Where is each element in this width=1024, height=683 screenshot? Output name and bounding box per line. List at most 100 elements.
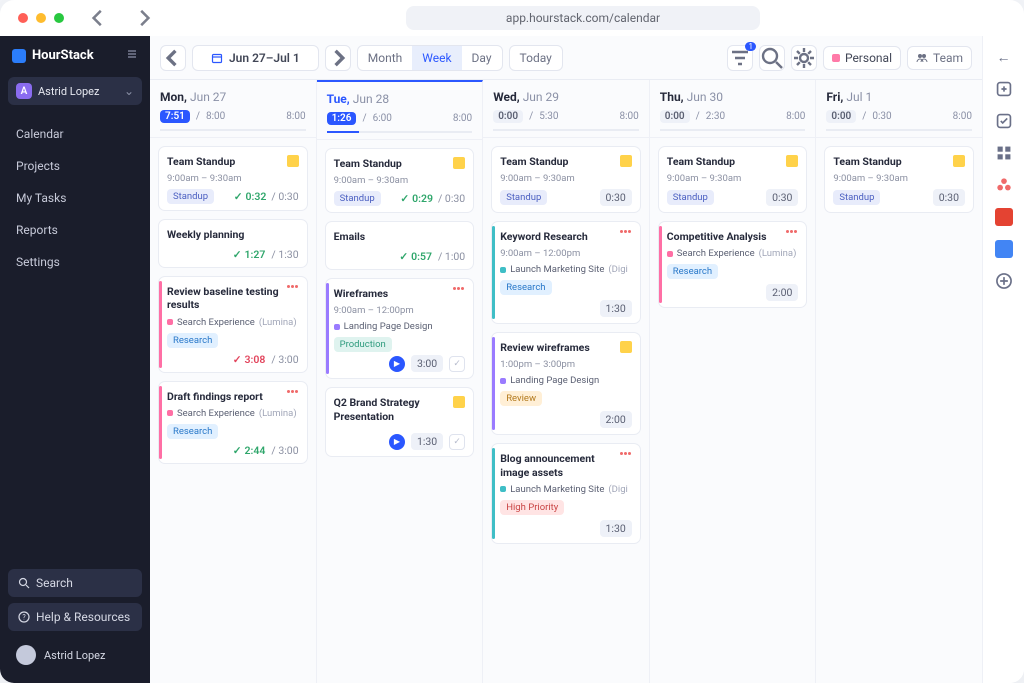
cap-time: 8:00 — [453, 113, 472, 124]
card-review-wireframes[interactable]: Review wireframes 1:00pm – 3:00pm Landin… — [491, 332, 641, 435]
card-standup[interactable]: Team Standup 9:00am – 9:30am Standup0:30 — [491, 146, 641, 213]
est-time: / 1:30 — [271, 248, 298, 261]
sidebar-item-reports[interactable]: Reports — [6, 215, 144, 245]
card-draft-findings[interactable]: Draft findings report Search Experience … — [158, 381, 308, 464]
day-weekday: Fri, — [826, 90, 843, 104]
forward-icon[interactable] — [134, 9, 152, 27]
filter-button[interactable] — [727, 45, 753, 71]
est-time: 0:30 — [766, 189, 798, 206]
date-range-picker[interactable]: Jun 27–Jul 1 — [192, 45, 319, 71]
search-icon — [18, 577, 30, 589]
chip-research: Research — [167, 333, 218, 348]
new-task-icon[interactable] — [995, 80, 1013, 98]
card-standup[interactable]: Team Standup 9:00am – 9:30am Standup0:30 — [658, 146, 808, 213]
play-button[interactable]: ▶ — [389, 356, 405, 372]
view-week[interactable]: Week — [412, 46, 461, 70]
rail-back-icon[interactable]: ← — [995, 48, 1013, 66]
back-icon[interactable] — [90, 9, 108, 27]
card-weekly-planning[interactable]: Weekly planning ✓ 1:27 / 1:30 — [158, 219, 308, 268]
tasks-icon[interactable] — [995, 112, 1013, 130]
complete-checkbox[interactable]: ✓ — [449, 434, 465, 450]
asana-icon — [453, 287, 465, 299]
workspace-switcher[interactable]: A Astrid Lopez ⌄ — [8, 77, 142, 105]
traffic-light-close[interactable] — [18, 13, 28, 23]
search-button[interactable]: Search — [8, 569, 142, 597]
est-time: 1:30 — [600, 300, 632, 317]
card-blog-assets[interactable]: Blog announcement image assets Launch Ma… — [491, 443, 641, 543]
asana-integration-icon[interactable] — [995, 176, 1013, 194]
filter-personal[interactable]: Personal — [823, 46, 901, 70]
card-title: Review wireframes — [500, 341, 616, 354]
cap-time: 8:00 — [286, 111, 305, 122]
card-time: 9:00am – 12:00pm — [500, 248, 632, 259]
card-keyword-research[interactable]: Keyword Research 9:00am – 12:00pm Launch… — [491, 221, 641, 324]
logo-icon — [12, 49, 26, 63]
chip-production: Production — [334, 337, 392, 352]
settings-toolbar-button[interactable] — [791, 45, 817, 71]
gcal-icon — [620, 155, 632, 167]
proj-name: Search Experience — [177, 317, 255, 328]
sched-time: 5:30 — [539, 111, 558, 122]
sidebar-item-calendar[interactable]: Calendar — [6, 119, 144, 149]
sidebar-item-projects[interactable]: Projects — [6, 151, 144, 181]
search-toolbar-button[interactable] — [759, 45, 785, 71]
sched-time: 0:30 — [872, 111, 891, 122]
card-title: Weekly planning — [167, 228, 299, 241]
logged-time: 0:00 — [826, 110, 856, 123]
est-time: 0:30 — [933, 189, 965, 206]
chip-standup: Standup — [667, 190, 714, 205]
gcal-icon — [786, 155, 798, 167]
gcal-integration-icon[interactable] — [995, 240, 1013, 258]
integrations-rail: ← — [982, 36, 1024, 683]
card-review-baseline[interactable]: Review baseline testing results Search E… — [158, 276, 308, 372]
done-time: ✓ 1:27 — [233, 248, 266, 261]
asana-icon — [620, 452, 632, 464]
card-competitive-analysis[interactable]: Competitive Analysis Search Experience (… — [658, 221, 808, 308]
col-fri: Fri, Jul 1 0:00 / 0:308:00 Team Standup … — [816, 80, 982, 683]
card-title: Team Standup — [334, 157, 450, 170]
logo: HourStack — [0, 36, 150, 71]
card-time: 9:00am – 9:30am — [500, 173, 632, 184]
card-time: 9:00am – 9:30am — [667, 173, 799, 184]
card-standup[interactable]: Team Standup 9:00am – 9:30am Standup ✓ 0… — [325, 148, 475, 213]
view-day[interactable]: Day — [462, 46, 502, 70]
sidebar-item-tasks[interactable]: My Tasks — [6, 183, 144, 213]
gcal-icon — [287, 155, 299, 167]
sidebar-item-settings[interactable]: Settings — [6, 247, 144, 277]
card-standup[interactable]: Team Standup 9:00am – 9:30am Standup ✓ 0… — [158, 146, 308, 211]
personal-color-icon — [832, 54, 840, 62]
today-button[interactable]: Today — [509, 45, 563, 71]
day-date: Jun 28 — [353, 92, 389, 106]
help-button[interactable]: ? Help & Resources — [8, 603, 142, 631]
sidebar-collapse-icon[interactable] — [126, 48, 138, 63]
view-month[interactable]: Month — [358, 46, 412, 70]
todoist-integration-icon[interactable] — [995, 208, 1013, 226]
card-wireframes[interactable]: Wireframes 9:00am – 12:00pm Landing Page… — [325, 278, 475, 379]
url-bar[interactable]: app.hourstack.com/calendar — [406, 6, 760, 30]
card-emails[interactable]: Emails ✓ 0:57/ 1:00 — [325, 221, 475, 270]
col-wed: Wed, Jun 29 0:00 / 5:308:00 Team Standup… — [483, 80, 650, 683]
grid-icon[interactable] — [995, 144, 1013, 162]
card-title: Q2 Brand Strategy Presentation — [334, 396, 450, 422]
next-week-button[interactable] — [325, 45, 351, 71]
add-integration-icon[interactable] — [995, 272, 1013, 290]
help-label: Help & Resources — [36, 610, 130, 624]
play-button[interactable]: ▶ — [389, 434, 405, 450]
proj-name: Launch Marketing Site — [510, 264, 604, 275]
est-time: / 1:00 — [438, 250, 465, 263]
traffic-light-min[interactable] — [36, 13, 46, 23]
view-segment: Month Week Day — [357, 45, 503, 71]
card-standup[interactable]: Team Standup 9:00am – 9:30am Standup0:30 — [824, 146, 974, 213]
done-time: ✓ 0:29 — [400, 192, 433, 205]
traffic-light-max[interactable] — [54, 13, 64, 23]
col-mon: Mon, Jun 27 7:51 / 8:008:00 Team Standup… — [150, 80, 317, 683]
filter-team[interactable]: Team — [907, 46, 972, 70]
prev-week-button[interactable] — [160, 45, 186, 71]
est-time: / 0:30 — [438, 192, 465, 205]
card-q2-presentation[interactable]: Q2 Brand Strategy Presentation ▶1:30✓ — [325, 387, 475, 457]
card-title: Blog announcement image assets — [500, 452, 616, 478]
user-menu[interactable]: Astrid Lopez — [8, 637, 142, 675]
complete-checkbox[interactable]: ✓ — [449, 356, 465, 372]
card-title: Team Standup — [833, 155, 949, 168]
card-title: Review baseline testing results — [167, 285, 283, 311]
